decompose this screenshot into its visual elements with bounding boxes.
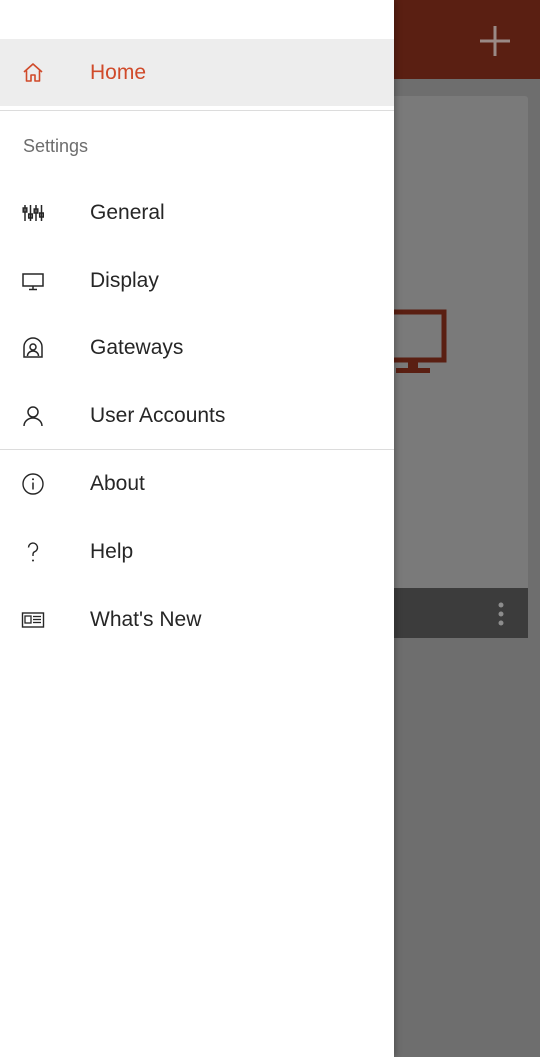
divider <box>0 110 394 111</box>
drawer-item-home[interactable]: Home <box>0 41 394 105</box>
news-icon <box>20 607 46 633</box>
drawer-item-about-label: About <box>90 472 145 495</box>
help-icon <box>20 539 46 565</box>
drawer-item-gateways-label: Gateways <box>90 336 184 359</box>
drawer-item-whats-new[interactable]: What's New <box>0 588 394 652</box>
home-icon <box>20 60 46 86</box>
gateway-icon <box>20 335 46 361</box>
add-icon[interactable] <box>476 22 514 60</box>
monitor-icon <box>20 268 46 294</box>
drawer-item-gateways[interactable]: Gateways <box>0 316 394 380</box>
settings-section-header: Settings <box>23 136 89 156</box>
drawer-item-user-accounts[interactable]: User Accounts <box>0 384 394 448</box>
divider <box>0 449 394 450</box>
drawer-item-general-label: General <box>90 201 165 224</box>
drawer-item-help[interactable]: Help <box>0 520 394 584</box>
drawer-item-display-label: Display <box>90 269 159 292</box>
drawer-item-help-label: Help <box>90 540 134 563</box>
sliders-icon <box>20 200 46 226</box>
drawer-item-general[interactable]: General <box>0 181 394 245</box>
drawer-item-about[interactable]: About <box>0 452 394 516</box>
drawer-item-display[interactable]: Display <box>0 249 394 313</box>
drawer-item-user-accounts-label: User Accounts <box>90 404 226 427</box>
user-icon <box>20 403 46 429</box>
info-icon <box>20 471 46 497</box>
drawer-item-home-label: Home <box>90 61 147 84</box>
drawer-item-whats-new-label: What's New <box>90 608 202 631</box>
navigation-drawer: Home Settings General Display Gateways U… <box>0 0 394 1057</box>
more-vertical-icon[interactable] <box>496 601 506 627</box>
